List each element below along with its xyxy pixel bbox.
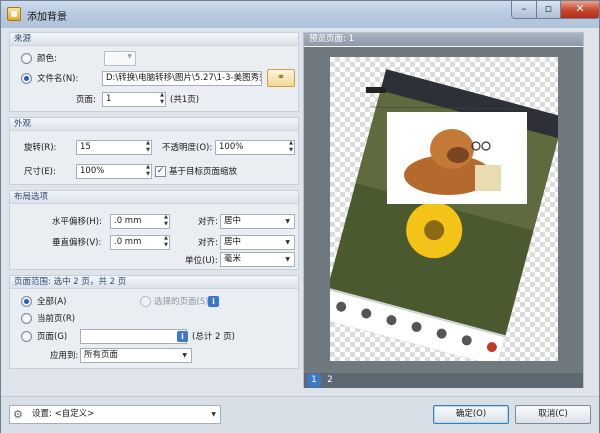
cancel-button[interactable]: 取消(C) xyxy=(515,405,591,424)
apply-to-label: 应用到: xyxy=(50,351,79,361)
selected-pages-radio[interactable] xyxy=(140,296,151,307)
minimize-button[interactable]: – xyxy=(511,1,537,19)
preview-panel: 预览页面: 1 1 2 xyxy=(303,32,584,388)
maximize-button[interactable]: ▫ xyxy=(536,1,561,19)
unit-select[interactable]: 毫米 xyxy=(220,252,295,267)
file-label: 文件名(N): xyxy=(37,74,79,84)
h-align-label: 对齐: xyxy=(198,217,218,227)
apply-to-select[interactable]: 所有页面 xyxy=(80,348,192,363)
current-page-label: 当前页(R) xyxy=(37,314,76,324)
v-align-select[interactable]: 居中 xyxy=(220,235,295,250)
rotation-label: 旋转(R): xyxy=(24,143,57,153)
window-title: 添加背景 xyxy=(27,12,67,23)
opacity-label: 不透明度(O): xyxy=(162,143,213,153)
close-button[interactable]: ✕ xyxy=(560,1,600,19)
dialog-footer: 设置: <自定义> ⚙ 确定(O) 取消(C) xyxy=(1,396,599,433)
h-offset-label: 水平偏移(H): xyxy=(52,217,102,227)
gear-icon: ⚙ xyxy=(13,408,23,421)
source-header: 来源 xyxy=(10,33,298,46)
color-label: 颜色: xyxy=(37,54,57,64)
page-label: 页面: xyxy=(76,95,96,105)
page-spinner[interactable]: 1 xyxy=(102,92,166,107)
folder-link-icon: ⚭ xyxy=(276,72,286,83)
pages-radio[interactable] xyxy=(21,331,32,342)
scale-to-page-checkbox[interactable]: ✓ xyxy=(155,166,166,177)
preview-pager: 1 2 xyxy=(304,373,583,388)
layout-header: 布局选项 xyxy=(10,191,298,204)
v-align-label: 对齐: xyxy=(198,238,218,248)
pages-label: 页面(G) xyxy=(37,332,68,342)
opacity-spinner[interactable]: 100% xyxy=(215,140,295,155)
preview-page-1-tab[interactable]: 1 xyxy=(307,374,321,387)
browse-file-button[interactable]: ⚭ xyxy=(267,69,295,87)
rotation-spinner[interactable]: 15 xyxy=(76,140,152,155)
size-label: 尺寸(E): xyxy=(24,167,56,177)
h-offset-spinner[interactable]: .0 mm xyxy=(110,214,170,229)
title-bar[interactable]: 添加背景 – ▫ ✕ xyxy=(1,1,600,28)
pages-total: (总计 2 页) xyxy=(192,332,235,342)
source-section: 来源 颜色: 文件名(N): D:\转换\电脑转移\图片\5.27\1-3-美图… xyxy=(9,32,299,112)
app-icon xyxy=(7,7,21,21)
scale-to-page-label: 基于目标页面缩放 xyxy=(169,167,238,177)
color-radio[interactable] xyxy=(21,53,32,64)
settings-select[interactable]: 设置: <自定义> xyxy=(9,405,221,424)
appearance-section: 外观 旋转(R): 15 不透明度(O): 100% 尺寸(E): 100% ✓… xyxy=(9,117,299,185)
layout-section: 布局选项 水平偏移(H): .0 mm 对齐: 居中 垂直偏移(V): .0 m… xyxy=(9,190,299,270)
pages-info-icon[interactable]: i xyxy=(177,331,188,342)
rotated-background-image xyxy=(319,69,564,367)
page-total: (共1页) xyxy=(170,95,200,105)
appearance-header: 外观 xyxy=(10,118,298,131)
preview-canvas xyxy=(304,47,583,373)
current-page-radio[interactable] xyxy=(21,313,32,324)
h-align-select[interactable]: 居中 xyxy=(220,214,295,229)
add-background-dialog: 添加背景 – ▫ ✕ 来源 颜色: 文件名(N): D:\转换\电脑转移\图片\… xyxy=(0,0,600,433)
v-offset-label: 垂直偏移(V): xyxy=(52,238,102,248)
page-range-section: 页面范围: 选中 2 页，共 2 页 全部(A) 选择的页面(S) i 当前页(… xyxy=(9,275,299,369)
all-pages-radio[interactable] xyxy=(21,296,32,307)
file-path-field[interactable]: D:\转换\电脑转移\图片\5.27\1-3-美图秀秀 xyxy=(102,71,262,86)
preview-header: 预览页面: 1 xyxy=(304,33,583,46)
page-range-header: 页面范围: 选中 2 页，共 2 页 xyxy=(10,276,298,289)
preview-page xyxy=(319,57,564,367)
info-icon[interactable]: i xyxy=(208,296,219,307)
selected-pages-label: 选择的页面(S) xyxy=(154,297,209,307)
preview-page-2-tab[interactable]: 2 xyxy=(323,374,337,387)
ok-button[interactable]: 确定(O) xyxy=(433,405,509,424)
unit-label: 单位(U): xyxy=(185,256,218,266)
color-picker[interactable] xyxy=(104,51,136,66)
file-radio[interactable] xyxy=(21,73,32,84)
all-pages-label: 全部(A) xyxy=(37,297,67,307)
pages-input[interactable] xyxy=(80,329,187,344)
v-offset-spinner[interactable]: .0 mm xyxy=(110,235,170,250)
size-spinner[interactable]: 100% xyxy=(76,164,152,179)
